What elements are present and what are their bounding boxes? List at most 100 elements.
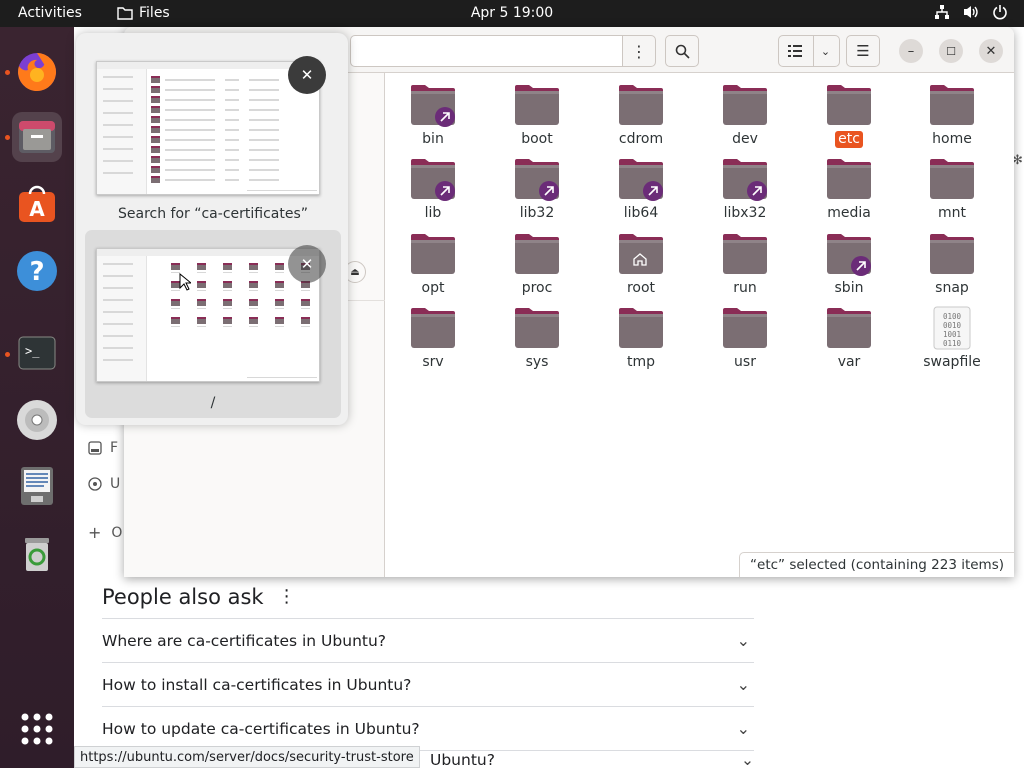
- link-status-url: https://ubuntu.com/server/docs/security-…: [74, 746, 420, 768]
- close-window-button[interactable]: ✕: [288, 245, 326, 283]
- folder-item[interactable]: tmp: [596, 306, 686, 376]
- clock[interactable]: Apr 5 19:00: [471, 5, 553, 21]
- path-menu-button[interactable]: ⋮: [622, 35, 656, 67]
- folder-item[interactable]: sys: [492, 306, 582, 376]
- dock: A ? >_: [0, 27, 74, 768]
- chevron-down-icon: ⌄: [736, 719, 750, 738]
- item-label: srv: [422, 354, 444, 370]
- running-indicator: [5, 135, 10, 140]
- path-bar[interactable]: [350, 35, 650, 67]
- folder-icon: [411, 234, 455, 274]
- close-button[interactable]: ✕: [979, 39, 1003, 63]
- system-tray[interactable]: [934, 4, 1008, 20]
- chevron-down-icon: ⌄: [820, 44, 831, 58]
- text-editor-icon: [21, 467, 53, 505]
- software-icon: A: [19, 185, 55, 222]
- chevron-down-icon: ⌄: [741, 751, 754, 768]
- app-menu[interactable]: Files: [117, 5, 170, 21]
- folder-item[interactable]: root: [596, 232, 686, 302]
- terminal-icon: >_: [18, 336, 56, 370]
- item-label: lib64: [623, 205, 659, 221]
- item-label: dev: [732, 131, 758, 147]
- minimize-button[interactable]: –: [899, 39, 923, 63]
- paa-question[interactable]: How to install ca-certificates in Ubuntu…: [102, 662, 754, 706]
- folder-icon: [827, 159, 871, 199]
- folder-item[interactable]: mnt: [907, 157, 997, 227]
- software-launcher[interactable]: A: [12, 179, 62, 229]
- folder-item[interactable]: lib: [388, 157, 478, 227]
- switcher-item-search[interactable]: Search for “ca-certificates” ✕: [85, 43, 341, 223]
- folder-item[interactable]: media: [804, 157, 894, 227]
- switcher-item-title: /: [210, 395, 216, 411]
- folder-item[interactable]: dev: [700, 83, 790, 153]
- folder-icon: [411, 308, 455, 348]
- folder-icon: [930, 234, 974, 274]
- text-editor-launcher[interactable]: [12, 461, 62, 511]
- folder-link-icon: [827, 234, 871, 276]
- disc-icon: [17, 400, 57, 440]
- view-toggle-button[interactable]: ⌄: [778, 35, 840, 67]
- item-label: lib32: [519, 205, 555, 221]
- folder-link-icon: [411, 159, 455, 201]
- activities-button[interactable]: Activities: [18, 5, 82, 21]
- folder-item[interactable]: lib64: [596, 157, 686, 227]
- network-icon[interactable]: [934, 4, 950, 20]
- disc-launcher[interactable]: [12, 395, 62, 445]
- item-label: run: [733, 280, 757, 296]
- close-window-button[interactable]: ✕: [288, 56, 326, 94]
- folder-item[interactable]: cdrom: [596, 83, 686, 153]
- files-launcher[interactable]: [12, 112, 62, 162]
- item-label: sys: [525, 354, 549, 370]
- svg-text:A: A: [29, 197, 45, 221]
- switcher-item-root[interactable]: / ✕: [85, 230, 341, 418]
- search-button[interactable]: [665, 35, 699, 67]
- app-grid-icon: [21, 713, 53, 745]
- volume-icon[interactable]: [962, 4, 980, 20]
- folder-icon: [723, 234, 767, 274]
- folder-icon: [515, 85, 559, 125]
- folder-item[interactable]: run: [700, 232, 790, 302]
- folder-item[interactable]: srv: [388, 306, 478, 376]
- status-bar: “etc” selected (containing 223 items): [739, 552, 1014, 577]
- list-view-icon: [787, 45, 802, 57]
- folder-item[interactable]: opt: [388, 232, 478, 302]
- terminal-launcher[interactable]: >_: [12, 328, 62, 378]
- folder-item[interactable]: home: [907, 83, 997, 153]
- folder-item[interactable]: var: [804, 306, 894, 376]
- show-apps-button[interactable]: [12, 704, 62, 754]
- item-label: lib: [424, 205, 442, 221]
- item-label: var: [837, 354, 861, 370]
- paa-question[interactable]: How to update ca-certificates in Ubuntu?…: [102, 706, 754, 750]
- folder-item[interactable]: usr: [700, 306, 790, 376]
- more-options-icon[interactable]: ⋮: [278, 588, 296, 606]
- running-indicator: [5, 352, 10, 357]
- folder-item[interactable]: sbin: [804, 232, 894, 302]
- folder-icon: [723, 85, 767, 125]
- svg-text:0100: 0100: [943, 312, 962, 321]
- item-label: tmp: [626, 354, 655, 370]
- item-label: boot: [521, 131, 553, 147]
- folder-item[interactable]: etc: [804, 83, 894, 153]
- folder-item[interactable]: libx32: [700, 157, 790, 227]
- item-label: swapfile: [923, 354, 981, 370]
- maximize-button[interactable]: ☐: [939, 39, 963, 63]
- file-item[interactable]: 0100 0010 1001 0110 swapfile: [907, 306, 997, 376]
- power-icon[interactable]: [992, 4, 1008, 20]
- item-label: opt: [421, 280, 445, 296]
- svg-text:?: ?: [29, 257, 44, 287]
- svg-text:1001: 1001: [943, 330, 961, 339]
- trash-launcher[interactable]: [12, 527, 62, 577]
- kebab-icon: ⋮: [631, 41, 647, 61]
- main-menu-button[interactable]: ☰: [846, 35, 880, 67]
- file-grid: bin boot cdrom dev etc home lib lib32 lib64 libx3…: [385, 73, 1014, 577]
- people-also-ask: People also ask ⋮ Where are ca-certifica…: [102, 582, 754, 768]
- firefox-launcher[interactable]: [12, 47, 62, 97]
- folder-item[interactable]: lib32: [492, 157, 582, 227]
- folder-item[interactable]: proc: [492, 232, 582, 302]
- folder-item[interactable]: boot: [492, 83, 582, 153]
- folder-item[interactable]: snap: [907, 232, 997, 302]
- folder-item[interactable]: bin: [388, 83, 478, 153]
- paa-question[interactable]: Where are ca-certificates in Ubuntu? ⌄: [102, 618, 754, 662]
- folder-link-icon: [723, 159, 767, 201]
- help-launcher[interactable]: ?: [12, 246, 62, 296]
